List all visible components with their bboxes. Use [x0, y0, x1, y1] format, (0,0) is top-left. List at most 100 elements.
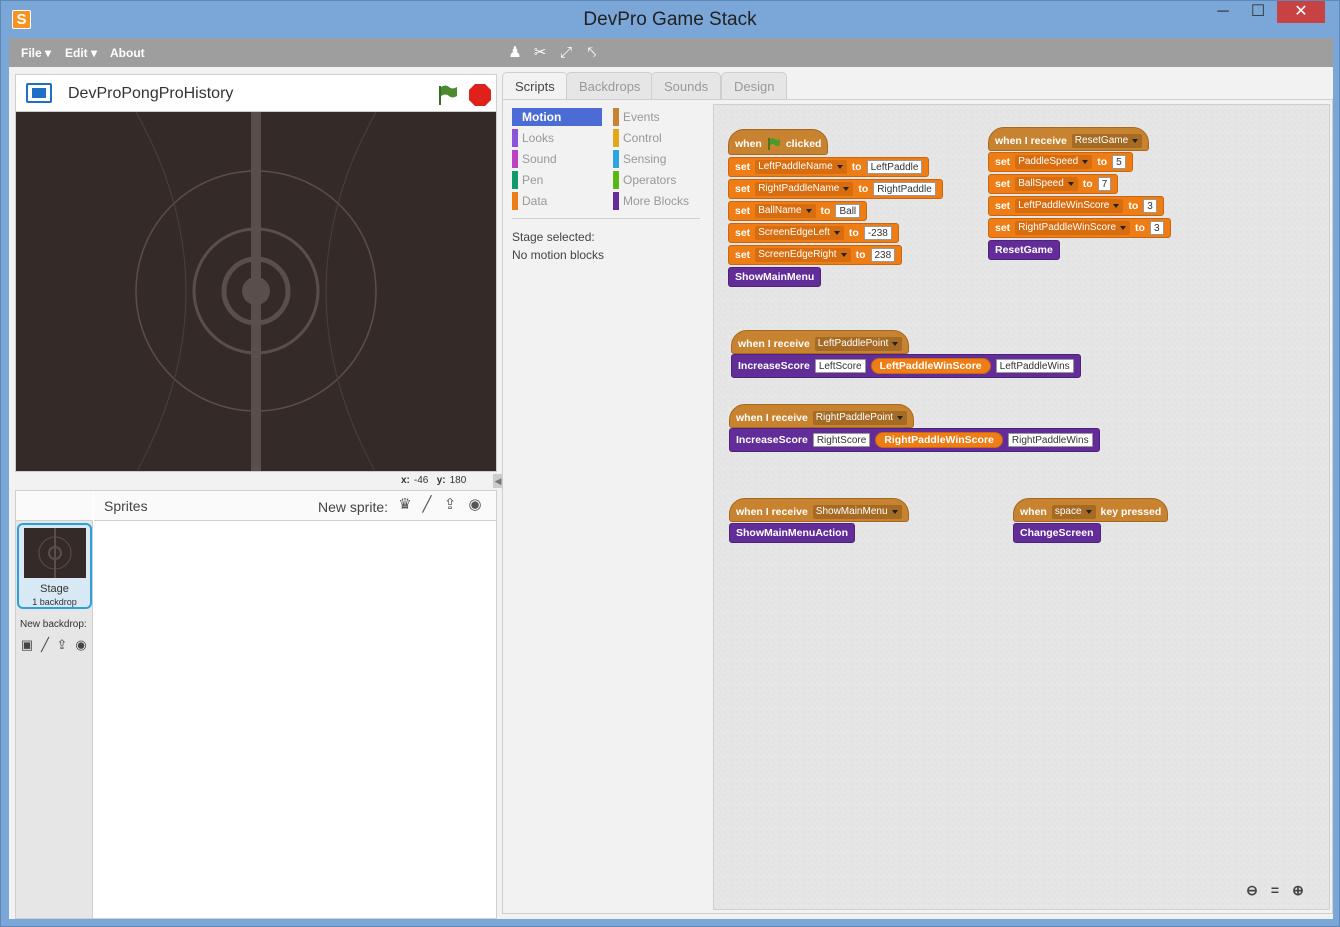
set-variable-block[interactable]: set RightPaddleName to RightPaddle [728, 179, 943, 199]
arg-input[interactable]: LeftScore [814, 359, 866, 373]
stage-canvas[interactable] [15, 111, 497, 472]
variable-dropdown[interactable]: RightPaddleName [755, 182, 854, 196]
sprite-library-icon[interactable]: ♛ [396, 496, 414, 514]
category-swatch [613, 108, 619, 126]
zoom-out-icon[interactable]: ⊖ [1243, 881, 1261, 899]
message-dropdown[interactable]: RightPaddlePoint [812, 410, 908, 425]
shrink-icon[interactable]: ⤣ [583, 44, 601, 62]
minimize-button[interactable]: ─ [1206, 1, 1240, 23]
green-flag-icon[interactable] [436, 83, 460, 107]
key-dropdown[interactable]: space [1051, 504, 1096, 519]
variable-dropdown[interactable]: BallName [755, 204, 816, 218]
client-area: File ▾ Edit ▾ About ♟ ✂ ⤢ ⤣ DevProPongPr… [9, 38, 1333, 919]
category-sensing[interactable]: Sensing [613, 150, 703, 168]
tab-design[interactable]: Design [721, 72, 788, 100]
set-variable-block[interactable]: set ScreenEdgeLeft to -238 [728, 223, 899, 243]
when-key-pressed-block[interactable]: when space key pressed [1013, 498, 1169, 522]
cut-icon[interactable]: ✂ [531, 44, 549, 62]
value-input[interactable]: -238 [863, 226, 892, 240]
camera-backdrop-icon[interactable]: ◉ [73, 637, 89, 653]
value-input[interactable]: LeftPaddle [866, 160, 923, 174]
tab-backdrops[interactable]: Backdrops [566, 72, 654, 100]
category-data[interactable]: Data [512, 192, 602, 210]
value-input[interactable]: RightPaddle [873, 182, 936, 196]
value-input[interactable]: 238 [870, 248, 896, 262]
variable-dropdown[interactable]: ScreenEdgeLeft [755, 226, 844, 240]
arg-input[interactable]: RightScore [812, 433, 871, 447]
value-input[interactable]: Ball [835, 204, 861, 218]
custom-block-call[interactable]: IncreaseScore LeftScore LeftPaddleWinScore… [731, 354, 1081, 378]
maximize-button[interactable]: ☐ [1241, 1, 1275, 23]
set-variable-block[interactable]: set LeftPaddleWinScore to 3 [988, 196, 1164, 216]
value-input[interactable]: 3 [1149, 221, 1164, 235]
call-label: IncreaseScore [736, 434, 808, 446]
variable-dropdown[interactable]: RightPaddleWinScore [1015, 221, 1131, 235]
paint-sprite-icon[interactable]: ╱ [418, 496, 436, 514]
tab-scripts[interactable]: Scripts [502, 72, 568, 101]
category-looks[interactable]: Looks [512, 129, 602, 147]
message-dropdown[interactable]: ShowMainMenu [812, 504, 902, 519]
category-label: Looks [522, 131, 555, 145]
fullscreen-icon[interactable] [26, 83, 52, 103]
message-dropdown[interactable]: LeftPaddlePoint [814, 336, 903, 351]
category-operators[interactable]: Operators [613, 171, 703, 189]
variable-reporter[interactable]: LeftPaddleWinScore [870, 358, 991, 374]
set-variable-block[interactable]: set BallName to Ball [728, 201, 868, 221]
variable-dropdown[interactable]: PaddleSpeed [1015, 155, 1093, 169]
custom-block-call[interactable]: ShowMainMenuAction [729, 523, 855, 543]
project-name[interactable]: DevProPongProHistory [68, 85, 233, 103]
backdrop-library-icon[interactable]: ▣ [19, 637, 35, 653]
category-pen[interactable]: Pen [512, 171, 602, 189]
menu-edit[interactable]: Edit ▾ [65, 46, 97, 60]
menu-about[interactable]: About [110, 46, 145, 60]
stage-thumbnail[interactable]: Stage 1 backdrop [17, 523, 92, 609]
paint-backdrop-icon[interactable]: ╱ [37, 637, 53, 653]
custom-block-call[interactable]: IncreaseScore RightScore RightPaddleWinSco… [729, 428, 1100, 452]
custom-block-call[interactable]: ResetGame [988, 240, 1060, 260]
category-swatch [613, 192, 619, 210]
variable-dropdown[interactable]: BallSpeed [1015, 177, 1078, 191]
set-variable-block[interactable]: set BallSpeed to 7 [988, 174, 1119, 194]
category-label: More Blocks [623, 194, 690, 208]
script-canvas[interactable]: when clicked set LeftPaddleName to LeftPadd… [713, 104, 1330, 910]
zoom-in-icon[interactable]: ⊕ [1289, 881, 1307, 899]
stop-icon[interactable] [468, 83, 492, 107]
category-sound[interactable]: Sound [512, 150, 602, 168]
set-variable-block[interactable]: set RightPaddleWinScore to 3 [988, 218, 1171, 238]
zoom-reset-icon[interactable]: = [1266, 881, 1284, 899]
camera-sprite-icon[interactable]: ◉ [466, 496, 484, 514]
menu-file[interactable]: File ▾ [21, 46, 51, 60]
custom-block-call[interactable]: ChangeScreen [1013, 523, 1101, 543]
value-input[interactable]: 7 [1097, 177, 1112, 191]
when-i-receive-block[interactable]: when I receive ResetGame [988, 127, 1150, 151]
set-variable-block[interactable]: set LeftPaddleName to LeftPaddle [728, 157, 930, 177]
arg-input[interactable]: RightPaddleWins [1007, 433, 1093, 447]
variable-dropdown[interactable]: LeftPaddleWinScore [1015, 199, 1124, 213]
when-i-receive-block[interactable]: when I receive RightPaddlePoint [729, 404, 915, 428]
variable-dropdown[interactable]: ScreenEdgeRight [755, 248, 851, 262]
upload-sprite-icon[interactable]: ⇪ [441, 496, 459, 514]
arg-input[interactable]: LeftPaddleWins [995, 359, 1074, 373]
category-control[interactable]: Control [613, 129, 703, 147]
set-variable-block[interactable]: set ScreenEdgeRight to 238 [728, 245, 903, 265]
duplicate-icon[interactable]: ♟ [506, 44, 524, 62]
category-more-blocks[interactable]: More Blocks [613, 192, 703, 210]
message-dropdown[interactable]: ResetGame [1071, 133, 1143, 148]
category-events[interactable]: Events [613, 108, 703, 126]
variable-reporter[interactable]: RightPaddleWinScore [875, 432, 1003, 448]
category-motion[interactable]: Motion [512, 108, 602, 126]
when-i-receive-block[interactable]: when I receive LeftPaddlePoint [731, 330, 910, 354]
value-input[interactable]: 3 [1143, 199, 1157, 213]
custom-block-call[interactable]: ShowMainMenu [728, 267, 822, 287]
set-variable-block[interactable]: set PaddleSpeed to 5 [988, 152, 1133, 172]
grow-icon[interactable]: ⤢ [557, 44, 575, 62]
when-i-receive-block[interactable]: when I receive ShowMainMenu [729, 498, 909, 522]
tab-sounds[interactable]: Sounds [651, 72, 722, 100]
when-flag-clicked-block[interactable]: when clicked [728, 129, 829, 155]
to-label: to [1097, 156, 1108, 168]
close-button[interactable]: ✕ [1277, 1, 1325, 23]
variable-dropdown[interactable]: LeftPaddleName [755, 160, 847, 174]
upload-backdrop-icon[interactable]: ⇪ [54, 637, 70, 653]
set-label: set [735, 183, 751, 195]
value-input[interactable]: 5 [1112, 155, 1126, 169]
